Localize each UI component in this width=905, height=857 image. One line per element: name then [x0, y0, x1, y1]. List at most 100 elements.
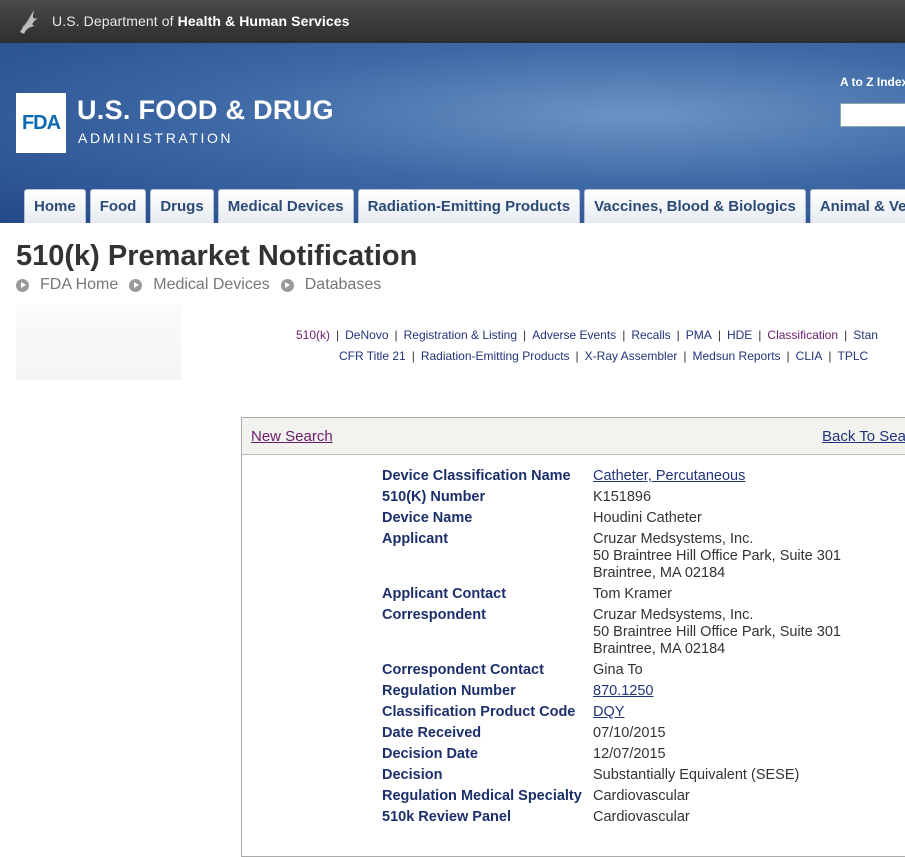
- nav-tab-animal-veterinary[interactable]: Animal & Veter: [809, 189, 905, 223]
- detail-value: Catheter, Percutaneous: [593, 468, 841, 489]
- detail-label: Device Name: [382, 510, 473, 526]
- detail-label: Classification Product Code: [382, 704, 576, 720]
- detail-value-link[interactable]: 870.1250: [593, 683, 841, 700]
- site-title[interactable]: U.S. FOOD & DRUG: [77, 95, 334, 126]
- detail-label: Correspondent: [382, 607, 486, 623]
- nav-tab-vaccines-blood-biologics[interactable]: Vaccines, Blood & Biologics: [584, 189, 806, 223]
- detail-value-line: Cruzar Medsystems, Inc.: [593, 607, 754, 623]
- breadcrumb-label: Medical Devices: [153, 276, 270, 293]
- db-link-radiation-emitting-products[interactable]: Radiation-Emitting Products: [421, 349, 570, 363]
- detail-label: Regulation Number: [382, 683, 516, 699]
- detail-value: Cardiovascular: [593, 809, 841, 830]
- db-link-pma[interactable]: PMA: [686, 328, 712, 342]
- separator: |: [523, 328, 527, 342]
- nav-tab-drugs[interactable]: Drugs: [150, 189, 214, 223]
- detail-row: 510k Review Panel Cardiovascular: [382, 809, 841, 830]
- device-detail-table: Device Classification Name Catheter, Perc…: [382, 468, 841, 830]
- fda-logo[interactable]: FDA: [16, 93, 66, 153]
- detail-row: Correspondent Cruzar Medsystems, Inc. 50 B…: [382, 607, 841, 662]
- db-link-registration-listing[interactable]: Registration & Listing: [404, 328, 517, 342]
- detail-label: Correspondent Contact: [382, 662, 544, 678]
- nav-tab-home[interactable]: Home: [24, 189, 86, 223]
- separator: |: [844, 328, 848, 342]
- hhs-name: Health & Human Services: [177, 13, 350, 29]
- detail-value-line: 12/07/2015: [593, 746, 666, 762]
- db-link-adverse-events[interactable]: Adverse Events: [532, 328, 616, 342]
- detail-value: K151896: [593, 489, 841, 510]
- separator: |: [575, 349, 579, 363]
- db-link-medsun-reports[interactable]: Medsun Reports: [693, 349, 781, 363]
- detail-label: Regulation Medical Specialty: [382, 788, 582, 804]
- detail-row: Device Name Houdini Catheter: [382, 510, 841, 531]
- detail-label: Applicant: [382, 531, 449, 547]
- detail-value-line: Tom Kramer: [593, 586, 672, 602]
- site-header: FDA U.S. FOOD & DRUG ADMINISTRATION A to…: [0, 43, 905, 223]
- breadcrumb-medical-devices[interactable]: Medical Devices: [129, 276, 270, 294]
- nav-tab-medical-devices[interactable]: Medical Devices: [217, 189, 354, 223]
- detail-value: 07/10/2015: [593, 725, 841, 746]
- db-link-denovo[interactable]: DeNovo: [345, 328, 388, 342]
- separator: |: [828, 349, 832, 363]
- detail-value-link[interactable]: Catheter, Percutaneous: [593, 468, 841, 485]
- hhs-top-bar: U.S. Department of Health & Human Servic…: [0, 0, 905, 43]
- new-search-link[interactable]: New Search: [251, 428, 333, 445]
- breadcrumb-databases[interactable]: Databases: [280, 276, 382, 294]
- detail-value-line: Gina To: [593, 662, 643, 678]
- detail-row: Applicant Contact Tom Kramer: [382, 586, 841, 607]
- detail-label: Applicant Contact: [382, 586, 507, 602]
- detail-value-line: Braintree, MA 02184: [593, 565, 726, 581]
- detail-value-line: 50 Braintree Hill Office Park, Suite 301: [593, 548, 841, 564]
- db-link-recalls[interactable]: Recalls: [631, 328, 670, 342]
- site-search-input[interactable]: [840, 103, 905, 127]
- detail-row: Regulation Number 870.1250: [382, 683, 841, 704]
- detail-label: Decision: [382, 767, 443, 783]
- detail-value-line: Substantially Equivalent (SESE): [593, 767, 800, 783]
- detail-value-line: Braintree, MA 02184: [593, 641, 726, 657]
- breadcrumb-fda-home[interactable]: FDA Home: [16, 276, 118, 294]
- nav-tab-radiation-emitting-products[interactable]: Radiation-Emitting Products: [357, 189, 581, 223]
- detail-value: Substantially Equivalent (SESE): [593, 767, 841, 788]
- detail-value-line: 50 Braintree Hill Office Park, Suite 301: [593, 624, 841, 640]
- db-link-standards[interactable]: Stan: [853, 328, 878, 342]
- page-title: 510(k) Premarket Notification: [16, 240, 418, 272]
- separator: |: [411, 349, 415, 363]
- db-link-cfr-title-21[interactable]: CFR Title 21: [339, 349, 406, 363]
- a-to-z-index-link[interactable]: A to Z Index: [840, 75, 905, 89]
- detail-row: Applicant Cruzar Medsystems, Inc. 50 Brain…: [382, 531, 841, 586]
- db-link-hde[interactable]: HDE: [727, 328, 752, 342]
- detail-value: Tom Kramer: [593, 586, 841, 607]
- detail-value: 870.1250: [593, 683, 841, 704]
- detail-value-line: Houdini Catheter: [593, 510, 702, 526]
- detail-label: Device Classification Name: [382, 468, 571, 484]
- chevron-right-icon: [280, 278, 294, 292]
- detail-label: 510k Review Panel: [382, 809, 511, 825]
- db-link-510k[interactable]: 510(k): [296, 328, 330, 342]
- detail-value: Houdini Catheter: [593, 510, 841, 531]
- database-links: 510(k) | DeNovo | Registration & Listing | Adv…: [296, 328, 878, 370]
- separator: |: [683, 349, 687, 363]
- db-link-tplc[interactable]: TPLC: [837, 349, 868, 363]
- detail-value-line: K151896: [593, 489, 652, 505]
- detail-row: Decision Substantially Equivalent (SESE): [382, 767, 841, 788]
- separator: |: [336, 328, 340, 342]
- hhs-department-link[interactable]: U.S. Department of Health & Human Servic…: [52, 13, 350, 29]
- db-link-x-ray-assembler[interactable]: X-Ray Assembler: [585, 349, 678, 363]
- detail-value: Gina To: [593, 662, 841, 683]
- nav-tab-food[interactable]: Food: [89, 189, 147, 223]
- back-to-search-link[interactable]: Back To Sea: [822, 428, 905, 445]
- database-links-row-1: 510(k) | DeNovo | Registration & Listing | Adv…: [296, 328, 878, 349]
- detail-value-line: Cardiovascular: [593, 788, 690, 804]
- breadcrumb-label: FDA Home: [40, 276, 119, 293]
- detail-value: Cruzar Medsystems, Inc. 50 Braintree Hill…: [593, 607, 841, 662]
- detail-value: 12/07/2015: [593, 746, 841, 767]
- hhs-eagle-icon[interactable]: [16, 6, 44, 36]
- detail-value: DQY: [593, 704, 841, 725]
- breadcrumb-label: Databases: [304, 276, 382, 293]
- db-link-clia[interactable]: CLIA: [796, 349, 823, 363]
- detail-value-link[interactable]: DQY: [593, 704, 841, 721]
- detail-row: Classification Product Code DQY: [382, 704, 841, 725]
- sidebar-placeholder: [16, 305, 181, 380]
- db-link-classification[interactable]: Classification: [767, 328, 838, 342]
- site-subtitle: ADMINISTRATION: [78, 130, 234, 146]
- detail-row: Date Received 07/10/2015: [382, 725, 841, 746]
